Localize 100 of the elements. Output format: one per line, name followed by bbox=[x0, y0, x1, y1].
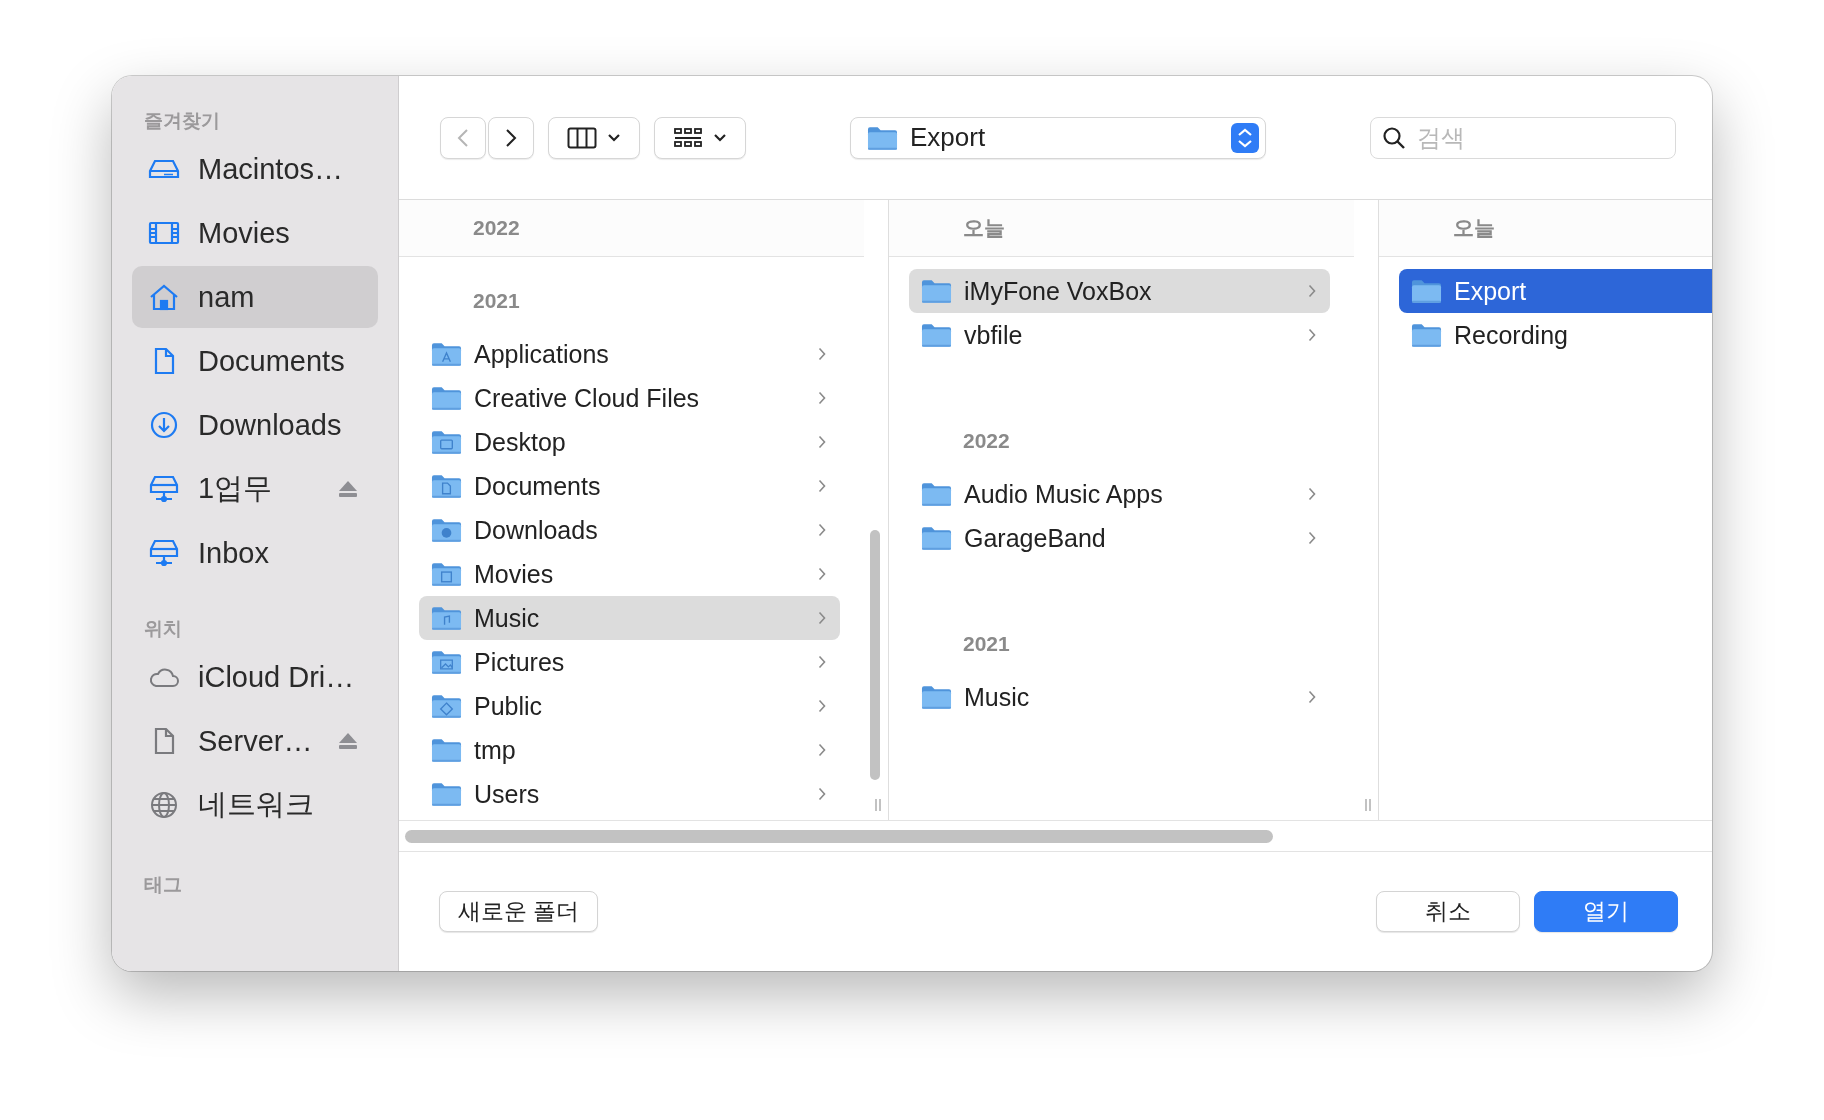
chevron-right-icon bbox=[1308, 284, 1316, 298]
chevron-right-icon bbox=[818, 435, 826, 449]
chevron-right-icon bbox=[818, 655, 826, 669]
file-row[interactable]: Audio Music Apps bbox=[909, 472, 1330, 516]
chevron-right-icon bbox=[818, 787, 826, 801]
chevron-right-icon bbox=[818, 743, 826, 757]
folder-icon bbox=[431, 473, 462, 499]
chevron-right-icon bbox=[818, 391, 826, 405]
file-row[interactable]: Music bbox=[419, 596, 840, 640]
sidebar-item[interactable]: iCloud Dri… bbox=[132, 646, 378, 708]
sidebar-item[interactable]: nam bbox=[132, 266, 378, 328]
column-resize-handle[interactable] bbox=[874, 798, 882, 812]
file-row[interactable]: Public bbox=[419, 684, 840, 728]
file-row[interactable]: Movies bbox=[419, 552, 840, 596]
chevron-right-icon bbox=[1308, 531, 1316, 545]
chevron-right-icon bbox=[1308, 690, 1316, 704]
folder-icon bbox=[921, 525, 952, 551]
folder-icon bbox=[921, 278, 952, 304]
sidebar-item[interactable]: Downloads bbox=[132, 394, 378, 456]
group-heading: 2021 bbox=[963, 631, 1010, 656]
folder-icon bbox=[867, 124, 898, 151]
file-row[interactable]: iMyFone VoxBox bbox=[909, 269, 1330, 313]
grid-icon bbox=[673, 126, 703, 149]
chevron-right-icon bbox=[818, 523, 826, 537]
forward-button[interactable] bbox=[488, 116, 534, 159]
folder-icon bbox=[431, 693, 462, 719]
folder-icon bbox=[1411, 278, 1442, 304]
chevron-right-icon bbox=[1308, 328, 1316, 342]
group-view-button[interactable] bbox=[654, 116, 746, 159]
dialog-button[interactable]: 열기 bbox=[1534, 891, 1678, 932]
file-row[interactable]: Pictures bbox=[419, 640, 840, 684]
scrollbar-thumb[interactable] bbox=[405, 829, 1273, 843]
file-row[interactable]: Applications bbox=[419, 332, 840, 376]
chevron-right-icon bbox=[818, 567, 826, 581]
server-icon bbox=[148, 539, 180, 567]
folder-icon bbox=[921, 481, 952, 507]
sidebar-item[interactable]: Server… bbox=[132, 710, 378, 772]
folder-icon bbox=[1411, 322, 1442, 348]
sidebar-section-title: 즐겨찾기 bbox=[143, 109, 221, 133]
server-icon bbox=[148, 475, 180, 503]
sidebar-section-title: 위치 bbox=[143, 617, 183, 641]
file-row[interactable]: vbfile bbox=[909, 313, 1330, 357]
file-row[interactable]: GarageBand bbox=[909, 516, 1330, 560]
search-field[interactable]: 검색 bbox=[1370, 116, 1676, 159]
folder-icon bbox=[431, 341, 462, 367]
dialog-button[interactable]: 취소 bbox=[1376, 891, 1520, 932]
dialog-button[interactable]: 새로운 폴더 bbox=[439, 891, 599, 932]
file-row[interactable]: Music bbox=[909, 675, 1330, 719]
chevron-left-icon bbox=[457, 127, 469, 148]
sidebar-item[interactable]: Inbox bbox=[132, 522, 378, 584]
film-icon bbox=[148, 219, 180, 247]
folder-icon bbox=[921, 322, 952, 348]
group-heading: 오늘 bbox=[963, 215, 1005, 241]
folder-icon bbox=[921, 684, 952, 710]
chevron-right-icon bbox=[818, 479, 826, 493]
eject-icon[interactable] bbox=[338, 732, 358, 750]
caret-icon bbox=[713, 132, 727, 143]
file-row[interactable]: Recording bbox=[1399, 313, 1712, 357]
file-row[interactable]: tmp bbox=[419, 728, 840, 772]
file-row[interactable]: Documents bbox=[419, 464, 840, 508]
folder-icon bbox=[431, 737, 462, 763]
chevron-right-icon bbox=[818, 611, 826, 625]
sidebar-item[interactable]: Movies bbox=[132, 202, 378, 264]
chevron-right-icon bbox=[818, 699, 826, 713]
column-view-button[interactable] bbox=[548, 116, 640, 159]
sidebar-item[interactable]: Macintos… bbox=[132, 138, 378, 200]
group-heading: 오늘 bbox=[1453, 215, 1495, 241]
folder-icon bbox=[431, 385, 462, 411]
chevron-right-icon bbox=[818, 347, 826, 361]
search-icon bbox=[1382, 125, 1406, 150]
file-row[interactable]: Users bbox=[419, 772, 840, 816]
file-row[interactable]: Desktop bbox=[419, 420, 840, 464]
chevron-right-icon bbox=[1308, 487, 1316, 501]
group-heading: 2022 bbox=[963, 428, 1010, 453]
sidebar-item[interactable]: 네트워크 bbox=[132, 774, 378, 836]
home-icon bbox=[148, 283, 180, 311]
download-icon bbox=[148, 411, 180, 439]
column-resize-handle[interactable] bbox=[1364, 798, 1372, 812]
sidebar-item[interactable]: 1업무 bbox=[132, 458, 378, 520]
group-heading: 2021 bbox=[473, 288, 520, 313]
scrollbar-thumb[interactable] bbox=[870, 530, 880, 780]
sidebar-item[interactable]: Documents bbox=[132, 330, 378, 392]
file-row[interactable]: Downloads bbox=[419, 508, 840, 552]
chevron-right-icon bbox=[505, 127, 517, 148]
folder-icon bbox=[431, 517, 462, 543]
folder-icon bbox=[431, 649, 462, 675]
file-row[interactable]: Creative Cloud Files bbox=[419, 376, 840, 420]
folder-icon bbox=[431, 605, 462, 631]
group-heading: 2022 bbox=[473, 216, 520, 240]
caret-icon bbox=[607, 132, 621, 143]
file-row[interactable]: Export bbox=[1399, 269, 1712, 313]
eject-icon[interactable] bbox=[338, 480, 358, 498]
stepper-icon bbox=[1231, 122, 1259, 153]
folder-icon bbox=[431, 429, 462, 455]
columns-icon bbox=[567, 126, 597, 149]
sidebar-section-title: 태그 bbox=[143, 873, 183, 897]
folder-icon bbox=[431, 561, 462, 587]
folder-icon bbox=[431, 781, 462, 807]
location-popup[interactable]: Export bbox=[850, 116, 1266, 159]
globe-icon bbox=[148, 791, 180, 819]
